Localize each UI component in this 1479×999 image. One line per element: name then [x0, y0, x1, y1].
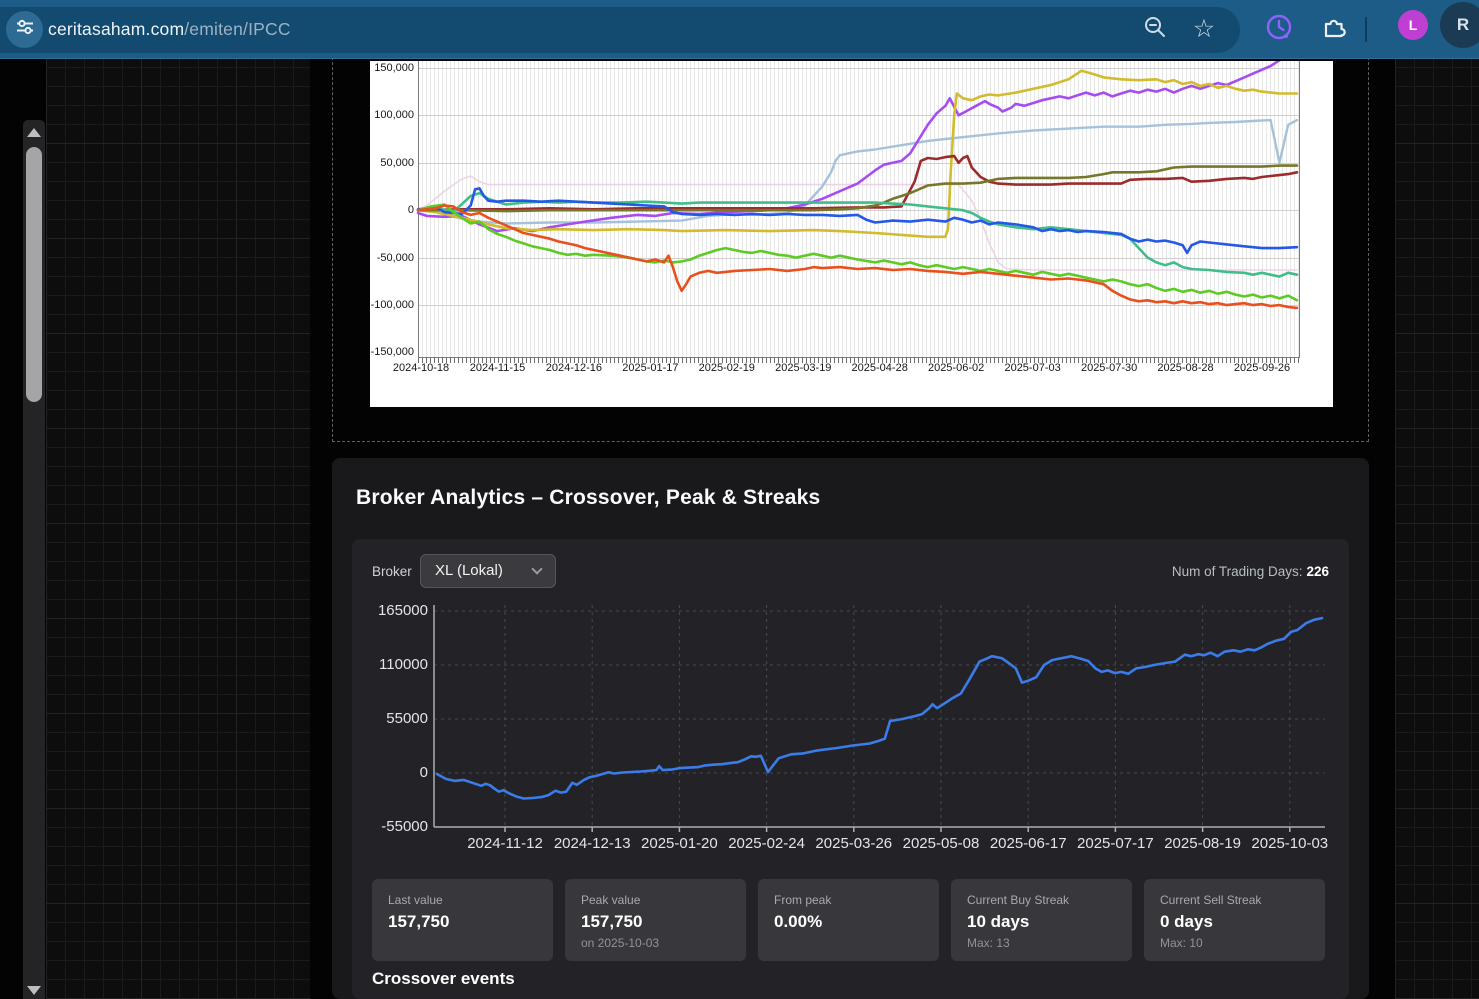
star-icon: ☆	[1192, 15, 1216, 43]
stat-value: 0 days	[1160, 912, 1213, 931]
y-tick-label: 55000	[386, 710, 428, 727]
trading-days-label: Num of Trading Days:	[1171, 564, 1303, 579]
stat-label: Current Buy Streak	[967, 893, 1070, 907]
multi-broker-lines	[416, 61, 1299, 310]
scroll-down-button[interactable]	[27, 986, 41, 995]
tune-icon	[15, 17, 35, 42]
x-tick-label: 2025-02-24	[728, 835, 805, 852]
x-tick-label: 2024-11-12	[467, 835, 543, 852]
page-content: 150,000 100,000 50,000 0 -50,000 -100,000 -150…	[0, 47, 1479, 999]
x-tick-label: 2025-06-17	[989, 835, 1067, 852]
multi-broker-chart: 150,000 100,000 50,000 0 -50,000 -100,000 -150…	[370, 61, 1333, 407]
scrollbar-track[interactable]	[23, 120, 45, 999]
broker-line	[433, 605, 1325, 832]
stat-value: 0.00%	[774, 912, 823, 931]
zoom-out-button[interactable]	[1139, 0, 1171, 59]
bookmark-star-button[interactable]: ☆	[1188, 0, 1220, 59]
stat-card-last-value: Last value 157,750	[372, 879, 553, 961]
avatar-letter: R	[1456, 15, 1470, 34]
browser-toolbar: ceritasaham.com/emiten/IPCC ☆ L R	[0, 0, 1479, 59]
stat-label: Last value	[388, 893, 443, 907]
profile-avatar-r[interactable]: R	[1440, 2, 1479, 48]
stat-value: 157,750	[388, 912, 450, 931]
x-tick-label: 2025-10-03	[1251, 835, 1329, 852]
stat-cards-row: Last value 157,750 Peak value 157,750 on…	[372, 879, 1329, 961]
trading-days-value: 226	[1306, 564, 1329, 579]
y-tick-label: 0	[419, 764, 428, 781]
y-tick-label: -55000	[381, 818, 428, 835]
scrollbar-thumb[interactable]	[26, 147, 42, 402]
stat-label: Current Sell Streak	[1160, 893, 1262, 907]
url-path: /emiten/IPCC	[184, 19, 291, 39]
grid-background-left	[46, 59, 310, 999]
stat-card-sell-streak: Current Sell Streak 0 days Max: 10	[1144, 879, 1325, 961]
stat-card-peak-value: Peak value 157,750 on 2025-10-03	[565, 879, 746, 961]
stat-sub: Max: 10	[1160, 936, 1203, 950]
x-tick-label: 2025-05-08	[902, 835, 980, 852]
grid-background-right	[1395, 59, 1479, 999]
stat-label: Peak value	[581, 893, 641, 907]
y-tick-label: 165000	[377, 602, 428, 619]
profile-avatar-l[interactable]: L	[1398, 10, 1428, 40]
stat-card-from-peak: From peak 0.00%	[758, 879, 939, 961]
broker-panel: Broker XL (Lokal) Num of Trading Days: 22…	[352, 539, 1349, 999]
x-tick-label: 2024-12-13	[553, 835, 631, 852]
magnifier-minus-icon	[1142, 14, 1168, 45]
avatar-letter: L	[1408, 17, 1418, 33]
crossover-heading: Crossover events	[372, 969, 515, 988]
chevron-down-icon	[531, 563, 543, 575]
x-tick-label: 2025-03-26	[815, 835, 893, 852]
broker-dropdown-value: XL (Lokal)	[435, 562, 503, 579]
toolbar-divider	[1365, 17, 1367, 42]
extensions-button[interactable]	[1319, 0, 1351, 59]
clock-icon	[1265, 13, 1293, 46]
broker-analytics-card: Broker Analytics – Crossover, Peak & Str…	[332, 458, 1369, 999]
trading-days: Num of Trading Days: 226	[1172, 564, 1329, 579]
broker-dropdown[interactable]: XL (Lokal)	[420, 554, 556, 588]
broker-label: Broker	[372, 564, 412, 579]
x-tick-label: 2025-07-17	[1077, 835, 1154, 852]
stat-sub: Max: 13	[967, 936, 1010, 950]
y-tick-label: 110000	[379, 656, 428, 673]
site-info-button[interactable]	[6, 11, 43, 48]
url-text[interactable]: ceritasaham.com/emiten/IPCC	[48, 0, 291, 59]
stat-sub: on 2025-10-03	[581, 936, 660, 950]
section-title: Broker Analytics – Crossover, Peak & Str…	[356, 486, 821, 509]
stat-value: 10 days	[967, 912, 1030, 931]
stat-card-buy-streak: Current Buy Streak 10 days Max: 13	[951, 879, 1132, 961]
puzzle-icon	[1321, 13, 1349, 46]
x-tick-label: 2025-01-20	[641, 835, 718, 852]
stat-value: 157,750	[581, 912, 643, 931]
broker-line-chart: 165000 110000 55000 0 -55000 2024-11-12 2024-…	[352, 599, 1349, 854]
x-tick-label: 2025-08-19	[1164, 835, 1241, 852]
scroll-up-button[interactable]	[27, 128, 41, 137]
url-domain: ceritasaham.com	[48, 19, 185, 39]
clock-extension-button[interactable]	[1263, 0, 1295, 59]
stat-label: From peak	[774, 893, 832, 907]
